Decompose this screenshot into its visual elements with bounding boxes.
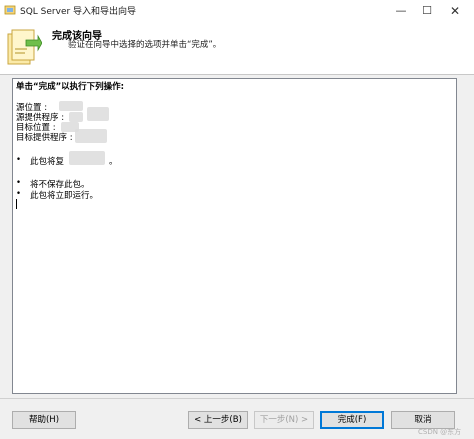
bullet-glyph: • [16, 155, 22, 165]
bullet-copy-suffix: 。 [109, 157, 118, 167]
app-icon [4, 5, 16, 15]
maximize-button[interactable]: ☐ [412, 0, 442, 22]
redacted-value [87, 107, 109, 121]
page-subtitle: 验证在向导中选择的选项并单击“完成”。 [68, 40, 222, 50]
back-button[interactable]: < 上一步(B) [188, 411, 248, 429]
summary-textbox[interactable]: 单击“完成”以执行下列操作: 源位置 : 源提供程序 : 目标位置 : 目标提供… [12, 78, 457, 394]
close-button[interactable]: ✕ [440, 0, 470, 22]
next-button[interactable]: 下一步(N) > [254, 411, 314, 429]
target-provider-label: 目标提供程序 : [16, 133, 73, 143]
finish-button[interactable]: 完成(F) [320, 411, 384, 429]
redacted-value [69, 112, 83, 122]
redacted-value [59, 101, 83, 111]
bullet-run-now-text: 此包将立即运行。 [30, 191, 99, 201]
target-location-label: 目标位置 : [16, 123, 56, 133]
text-caret [16, 199, 17, 209]
summary-heading: 单击“完成”以执行下列操作: [16, 82, 125, 92]
redacted-value [69, 151, 105, 165]
window-title: SQL Server 导入和导出向导 [20, 7, 137, 17]
help-button[interactable]: 帮助(H) [12, 411, 76, 429]
redacted-value [75, 129, 107, 143]
bullet-copy-text: 此包将复 [30, 157, 65, 167]
source-provider-label: 源提供程序 : [16, 113, 65, 123]
source-location-label: 源位置 : [16, 103, 48, 113]
wizard-icon [7, 29, 42, 65]
bullet-glyph: • [16, 178, 22, 188]
watermark-text: CSDN @东方 [418, 428, 462, 436]
wizard-header: 完成该向导 验证在向导中选择的选项并单击“完成”。 [0, 22, 474, 75]
title-bar: SQL Server 导入和导出向导 — ☐ ✕ [0, 0, 474, 23]
bullet-glyph: • [16, 189, 22, 199]
footer-divider [0, 398, 474, 399]
